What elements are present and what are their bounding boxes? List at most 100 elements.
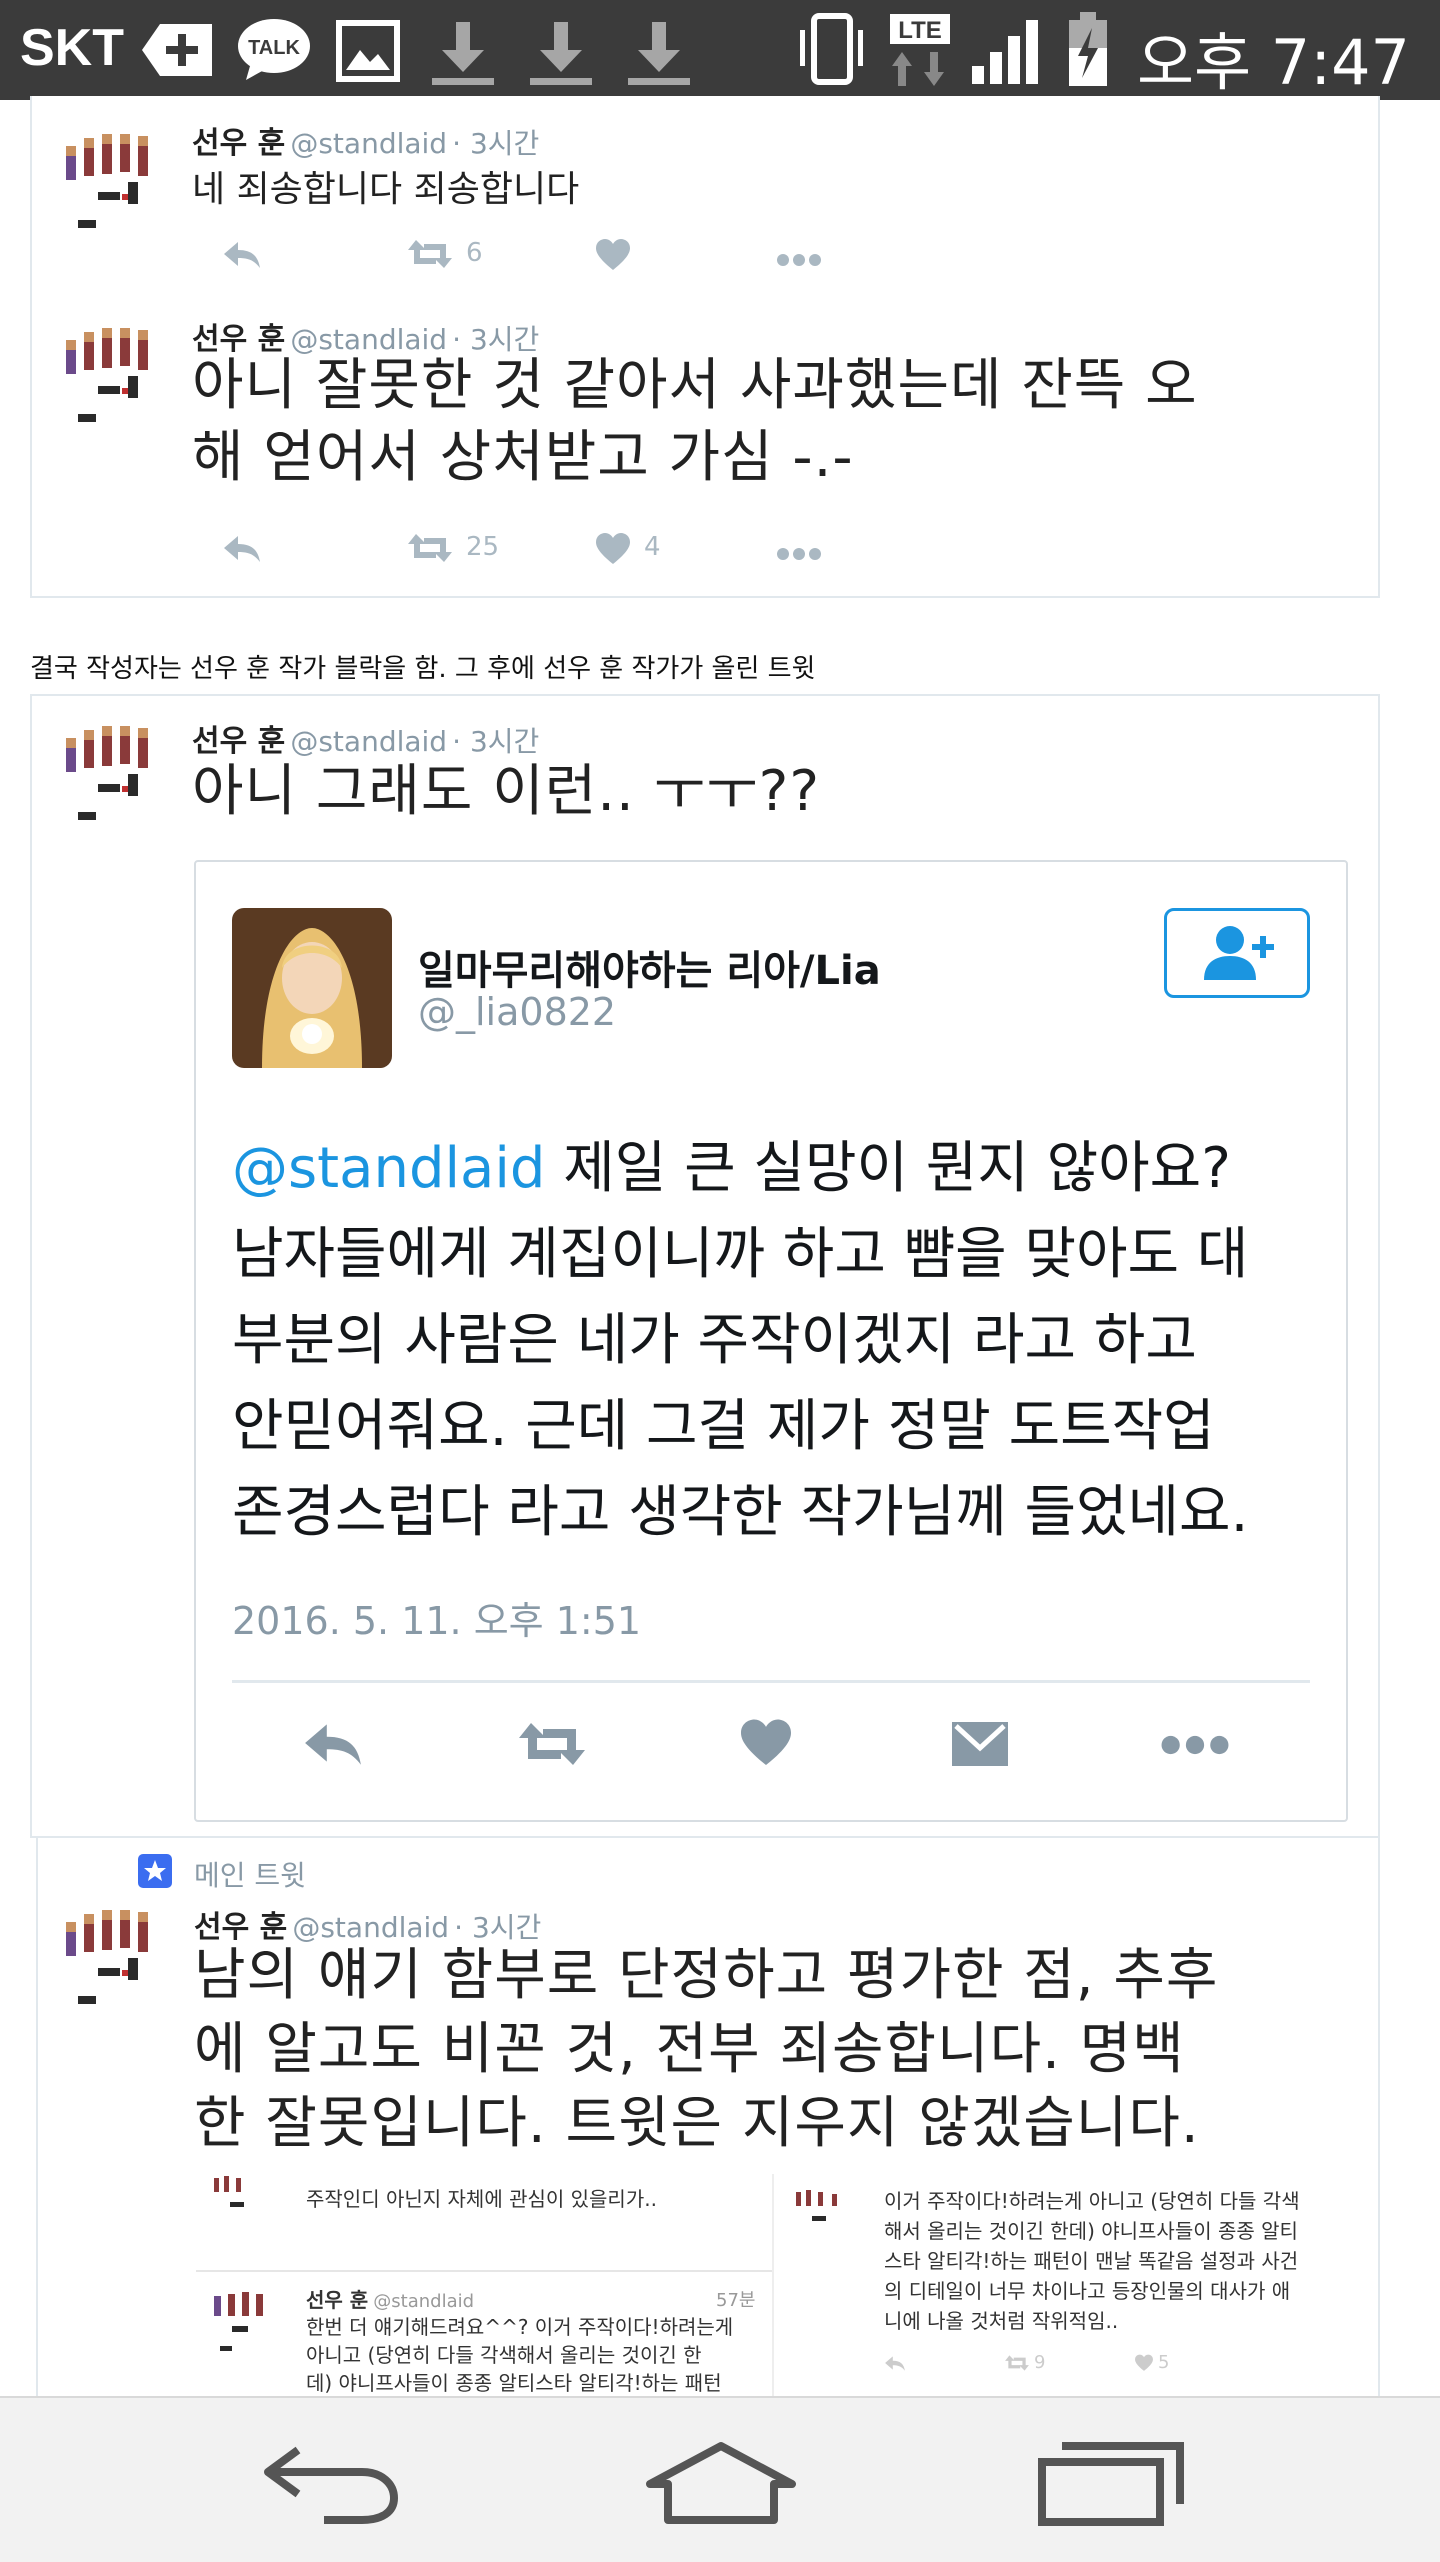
attached-image[interactable]: 이거 주작이다!하려는게 아니고 (당연히 다들 각색 해서 올리는 것이긴 한… xyxy=(782,2174,1342,2396)
more-icon[interactable] xyxy=(1160,1734,1230,1760)
recent-apps-icon xyxy=(1038,2442,1184,2526)
divider xyxy=(232,1680,1310,1683)
mini-author-name: 선우 훈 xyxy=(306,2288,369,2312)
embedded-text-line: 제일 큰 실망이 뭔지 않아요? xyxy=(545,1136,1231,1201)
attached-image[interactable]: 주작인디 아닌지 자체에 관심이 있을리가.. 선우 훈 @standlaid … xyxy=(196,2174,774,2396)
caption-text: 결국 작성자는 선우 훈 작가 블락을 함. 그 후에 선우 훈 작가가 올린 … xyxy=(30,654,816,684)
retweet-icon[interactable] xyxy=(406,532,454,571)
avatar[interactable] xyxy=(58,712,168,822)
tweet[interactable]: 선우 훈 @standlaid · 3시간 네 죄송합니다 죄송합니다 6 xyxy=(30,100,1376,290)
mini-tweet-actions: 9 5 xyxy=(884,2350,1334,2380)
signal-icon xyxy=(970,16,1044,90)
avatar[interactable] xyxy=(58,120,168,230)
download-icon xyxy=(526,20,596,90)
svg-text:TALK: TALK xyxy=(248,37,300,59)
embedded-author-handle[interactable]: @_lia0822 xyxy=(418,990,616,1034)
tweet-text: 아니 그래도 이런.. ㅜㅜ?? xyxy=(192,759,821,824)
retweet-count: 6 xyxy=(466,238,483,268)
download-icon xyxy=(428,20,498,90)
add-user-icon xyxy=(1204,926,1274,980)
mini-tweet-text: 의 디테일이 너무 차이나고 등장인물의 대사가 애 xyxy=(884,2279,1291,2303)
mini-author-handle: @standlaid xyxy=(373,2291,475,2312)
tweet-text-line: 한 잘못입니다. 트윗은 지우지 않겠습니다. xyxy=(194,2091,1200,2156)
mini-avatar xyxy=(210,2174,260,2224)
svg-text:LTE: LTE xyxy=(898,17,942,44)
carrier-label: SKT xyxy=(20,19,124,77)
embedded-text-line: 안믿어줘요. 근데 그걸 제가 정말 도트작업 xyxy=(232,1394,1215,1459)
like-icon[interactable] xyxy=(738,1718,794,1772)
mini-tweet-text: 주작인디 아닌지 자체에 관심이 있을리가.. xyxy=(306,2187,657,2211)
mini-tweet-time: 57분 xyxy=(716,2290,756,2311)
tweet-actions: 6 xyxy=(192,238,892,278)
tweet-time[interactable]: · 3시간 xyxy=(452,725,539,758)
embedded-tweet-date[interactable]: 2016. 5. 11. 오후 1:51 xyxy=(232,1590,641,1645)
like-icon[interactable] xyxy=(594,532,632,573)
avatar[interactable] xyxy=(58,1896,168,2006)
mini-divider xyxy=(196,2270,772,2272)
mini-tweet-text: 이거 주작이다!하려는게 아니고 (당연히 다들 각색 xyxy=(884,2189,1300,2213)
reply-icon[interactable] xyxy=(302,1718,364,1772)
like-icon[interactable] xyxy=(594,238,632,279)
embedded-tweet-actions xyxy=(232,1718,1310,1778)
embedded-text-line: 존경스럽다 라고 생각한 작가님께 들었네요. xyxy=(232,1480,1249,1545)
battery-charging-icon xyxy=(1066,10,1110,94)
embedded-tweet-body: @standlaid 제일 큰 실망이 뭔지 않아요? 남자들에게 계집이니까 … xyxy=(232,1126,1332,1556)
home-icon xyxy=(646,2442,796,2524)
retweet-icon[interactable] xyxy=(406,238,454,277)
tweet-text-line: 아니 잘못한 것 같아서 사과했는데 잔뜩 오 xyxy=(192,353,1198,418)
vibrate-icon xyxy=(796,12,866,92)
tweet-text-line: 해 얻어서 상처받고 가심 -.- xyxy=(192,425,854,490)
recent-apps-button[interactable] xyxy=(1036,2438,1186,2528)
mini-tweet-text: 아니고 (당연히 다들 각색해서 올리는 것이긴 한 xyxy=(306,2343,702,2367)
status-bar: SKT TALK LTE 오후 7:47 xyxy=(0,0,1440,100)
retweet-count: 25 xyxy=(466,532,500,562)
back-button[interactable] xyxy=(258,2438,408,2528)
navigation-bar xyxy=(0,2396,1440,2562)
home-button[interactable] xyxy=(644,2438,798,2528)
tweet-text-line: 에 알고도 비꼰 것, 전부 죄송합니다. 명백 xyxy=(194,2017,1185,2082)
more-icon[interactable] xyxy=(776,244,822,274)
embedded-avatar[interactable] xyxy=(232,908,392,1068)
clock: 오후 7:47 xyxy=(1136,26,1410,99)
retweet-icon[interactable] xyxy=(516,1720,588,1772)
follow-button[interactable] xyxy=(1164,908,1310,998)
tweet-text-line: 남의 얘기 함부로 단정하고 평가한 점, 추후 xyxy=(194,1943,1219,2008)
mini-tweet-text: 한번 더 얘기해드려요^^? 이거 주작이다!하려는게 xyxy=(306,2315,734,2339)
like-count: 5 xyxy=(1158,2352,1170,2373)
gallery-icon xyxy=(336,20,400,86)
back-icon xyxy=(264,2446,399,2524)
like-icon xyxy=(1134,2354,1154,2377)
mini-tweet-text: 해서 올리는 것이긴 한데) 야니프사들이 종종 알티 xyxy=(884,2219,1298,2243)
mini-tweet-text: 스타 알티각!하는 패턴이 맨날 똑같음 설정과 사건 xyxy=(884,2249,1299,2273)
pin-icon xyxy=(138,1854,172,1892)
like-count: 4 xyxy=(644,532,661,562)
pinned-label: 메인 트윗 xyxy=(194,1859,306,1892)
message-icon[interactable] xyxy=(950,1720,1010,1772)
embedded-text-line: 부분의 사람은 네가 주작이겠지 라고 하고 xyxy=(232,1308,1197,1373)
mini-avatar xyxy=(210,2286,290,2366)
kakaotalk-icon: TALK xyxy=(236,16,312,86)
download-icon xyxy=(624,20,694,90)
author-handle[interactable]: @standlaid xyxy=(290,725,447,758)
lte-icon: LTE xyxy=(888,12,952,94)
more-icon[interactable] xyxy=(776,538,822,568)
embedded-text-line: 남자들에게 계집이니까 하고 뺨을 맞아도 대 xyxy=(232,1222,1249,1287)
reply-icon xyxy=(884,2354,906,2377)
reply-icon[interactable] xyxy=(222,238,262,277)
tweet[interactable]: 선우 훈 @standlaid · 3시간 아니 잘못한 것 같아서 사과했는데… xyxy=(30,296,1376,596)
author-handle[interactable]: @standlaid xyxy=(290,127,447,160)
avatar[interactable] xyxy=(58,314,168,424)
tweet-actions: 25 4 xyxy=(192,532,892,572)
author-name[interactable]: 선우 훈 xyxy=(192,126,285,161)
retweet-count: 9 xyxy=(1034,2352,1046,2373)
retweet-icon xyxy=(1004,2354,1030,2377)
author-name[interactable]: 선우 훈 xyxy=(192,724,285,759)
mini-tweet-text: 데) 야니프사들이 종종 알티스타 알티각!하는 패턴 xyxy=(306,2371,722,2395)
reply-icon[interactable] xyxy=(222,532,262,571)
mini-tweet-text: 니에 나올 것처럼 작위적임.. xyxy=(884,2309,1119,2333)
mention-link[interactable]: @standlaid xyxy=(232,1136,545,1201)
embedded-author-name[interactable]: 일마무리해야하는 리아/Lia xyxy=(418,938,881,996)
embedded-tweet[interactable]: 일마무리해야하는 리아/Lia @_lia0822 @standlaid 제일 … xyxy=(194,860,1348,1822)
plus-notification-icon xyxy=(140,20,216,84)
tweet-time[interactable]: · 3시간 xyxy=(452,127,539,160)
